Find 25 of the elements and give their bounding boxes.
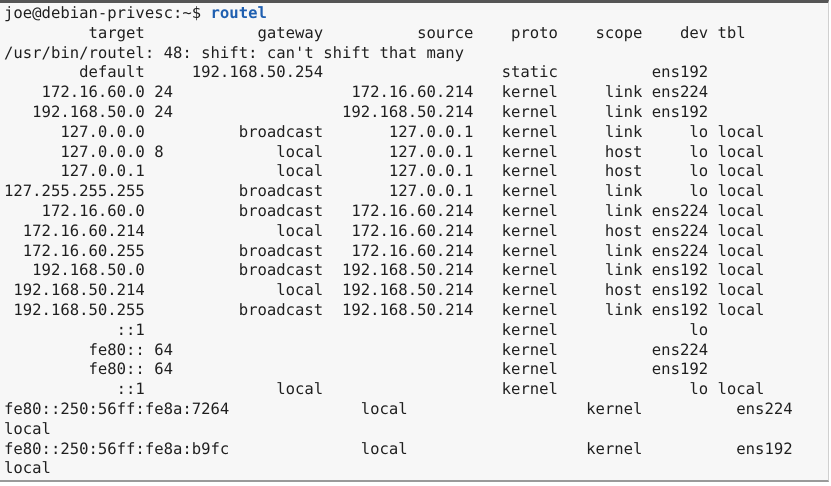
terminal-line: 192.168.50.214 local 192.168.50.214 kernel host ens192 local xyxy=(12,281,766,301)
terminal-line: 192.168.50.0 broadcast 192.168.50.214 kernel link ens192 local xyxy=(31,261,766,282)
terminal-line: default 192.168.50.254 static ens192 xyxy=(78,63,710,84)
terminal-line: 192.168.50.0 24 192.168.50.214 kernel link ens192 xyxy=(31,102,710,123)
shell-prompt: joe@debian-privesc:~$ xyxy=(4,4,202,24)
terminal-line: 127.0.0.0 8 local 127.0.0.1 kernel host lo local xyxy=(59,142,766,162)
terminal-line: 172.16.60.0 24 172.16.60.214 kernel link ens224 xyxy=(40,83,710,103)
terminal-line: ::1 local kernel lo local xyxy=(116,380,766,400)
terminal-line: 172.16.60.214 local 172.16.60.214 kernel host ens224 local xyxy=(22,222,766,242)
terminal-line: 172.16.60.255 broadcast 172.16.60.214 kernel link ens224 local xyxy=(22,242,766,262)
command-text: routel xyxy=(210,4,267,24)
terminal-line: target gateway source proto scope dev tbl xyxy=(87,24,747,44)
terminal-line: local xyxy=(4,459,52,480)
terminal-line: /usr/bin/routel: 48: shift: can't shift that many xyxy=(4,44,466,64)
terminal-line: 127.255.255.255 broadcast 127.0.0.1 kernel link lo local xyxy=(4,182,766,202)
terminal-line: 127.0.0.0 broadcast 127.0.0.1 kernel link lo local xyxy=(59,122,766,143)
terminal-line: 127.0.0.1 local 127.0.0.1 kernel host lo local xyxy=(59,162,766,182)
terminal-line: fe80::250:56ff:fe8a:7264 local kernel ens224 xyxy=(4,400,794,420)
terminal-line: fe80:: 64 kernel ens192 xyxy=(87,360,710,380)
terminal-line: fe80::250:56ff:fe8a:b9fc local kernel ens192 xyxy=(4,440,794,460)
terminal-line: 192.168.50.255 broadcast 192.168.50.214 kernel link ens192 local xyxy=(12,300,766,321)
terminal-line: ::1 kernel lo xyxy=(116,320,710,341)
terminal-line: 172.16.60.0 broadcast 172.16.60.214 kernel link ens224 local xyxy=(40,202,766,222)
terminal-line: local xyxy=(4,420,52,440)
terminal-line: fe80:: 64 kernel ens224 xyxy=(87,340,710,360)
